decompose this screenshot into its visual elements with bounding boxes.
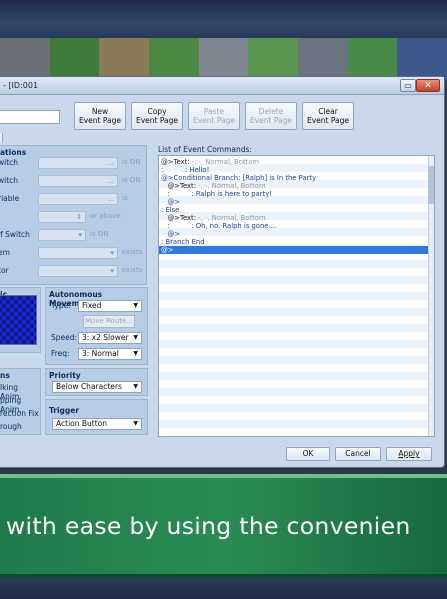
promo-banner: with ease by using the convenien: [0, 474, 447, 578]
new-event-page-button[interactable]: New Event Page: [74, 102, 126, 130]
ok-button[interactable]: OK: [286, 447, 330, 461]
trigger-group: Trigger Action Button ▼: [45, 399, 148, 435]
command-row[interactable]: @>: [161, 198, 180, 206]
switch1-label: witch: [0, 158, 19, 167]
freq-select[interactable]: 3: Normal ▼: [78, 348, 142, 360]
command-row[interactable]: : : Hello!: [161, 166, 209, 174]
map-tileset-strip: [0, 38, 447, 80]
variable-suffix: is: [122, 194, 128, 202]
close-icon[interactable]: ✕: [416, 79, 440, 92]
variable-field[interactable]: ...: [38, 193, 118, 205]
chevron-down-icon: ▼: [133, 420, 138, 427]
switch1-suffix: is ON: [122, 158, 141, 166]
apply-button[interactable]: Apply: [386, 447, 432, 461]
options-group: ns lking Anim. pping Anim. rection Fix r…: [0, 368, 41, 435]
chevron-down-icon: ▾: [110, 249, 114, 257]
freq-label: Freq:: [51, 349, 70, 358]
command-row-selected[interactable]: @>: [159, 246, 429, 254]
variable-label: riable: [0, 194, 20, 203]
command-row[interactable]: @>Text: -, -, Normal, Bottom: [161, 158, 259, 166]
event-graphic[interactable]: [0, 295, 37, 345]
self-switch-select[interactable]: ▾: [38, 229, 86, 241]
event-name-input[interactable]: [0, 110, 60, 124]
command-row[interactable]: : : Oh, no. Ralph is gone....: [161, 222, 277, 230]
commands-scrollbar[interactable]: [428, 156, 434, 436]
actor-select[interactable]: ▾: [38, 265, 118, 277]
background-bottom: [0, 578, 447, 599]
cancel-button[interactable]: Cancel: [335, 447, 381, 461]
chevron-down-icon: ▼: [133, 334, 138, 341]
command-row[interactable]: @>Text: -, -, Normal, Bottom: [161, 214, 265, 222]
move-route-button[interactable]: Move Route...: [83, 315, 135, 328]
clear-event-page-button[interactable]: Clear Event Page: [302, 102, 354, 130]
item-select[interactable]: ▾: [38, 247, 118, 259]
chevron-down-icon: ▼: [133, 383, 138, 390]
movement-type-select[interactable]: Fixed ▼: [78, 300, 142, 312]
switch2-suffix: is ON: [122, 176, 141, 184]
scrollbar-thumb[interactable]: [428, 166, 434, 204]
actor-suffix: exists: [122, 266, 143, 274]
command-row[interactable]: : Branch End: [161, 238, 205, 246]
self-switch-label: lf Switch: [0, 230, 30, 239]
banner-text: with ease by using the convenien: [6, 512, 411, 540]
priority-select[interactable]: Below Characters ▼: [52, 381, 142, 393]
event-commands-label: List of Event Commands:: [158, 145, 252, 154]
delete-event-page-button[interactable]: Delete Event Page: [245, 102, 297, 130]
direction-fix-option[interactable]: rection Fix: [0, 409, 39, 418]
variable-value-suffix: or above: [90, 212, 121, 220]
command-row[interactable]: @>Conditional Branch: [Ralph] is In the …: [161, 174, 316, 182]
minimize-icon[interactable]: ▭: [400, 79, 416, 92]
speed-label: Speed:: [51, 333, 78, 342]
conditions-group: ations witch ... is ON witch ... is ON r…: [0, 145, 147, 285]
event-commands-panel: List of Event Commands: @>Text: -, -, No…: [158, 145, 435, 437]
item-label: em: [0, 248, 10, 257]
conditions-title: ations: [0, 148, 27, 157]
variable-value-stepper[interactable]: ⇕: [38, 211, 86, 223]
speed-select[interactable]: 3: x2 Slower ▼: [78, 332, 142, 344]
trigger-select[interactable]: Action Button ▼: [52, 418, 142, 430]
switch2-label: witch: [0, 176, 19, 185]
autonomous-movement-group: Autonomous Movement Type: Fixed ▼ Move Ro…: [45, 287, 148, 365]
chevron-down-icon: ▾: [110, 267, 114, 275]
priority-title: Priority: [49, 371, 81, 380]
chevron-down-icon: ▼: [133, 302, 138, 309]
event-editor-window: - [ID:001 ▭ ✕ New Event Page Copy Event …: [0, 76, 445, 468]
page-tab[interactable]: [0, 133, 3, 143]
command-row[interactable]: : Else: [161, 206, 179, 214]
priority-group: Priority Below Characters ▼: [45, 368, 148, 396]
stepper-icon: ⇕: [76, 213, 82, 221]
type-label: Type:: [51, 301, 71, 310]
chevron-down-icon: ▾: [78, 231, 82, 239]
command-row[interactable]: @>Text: -, -, Normal, Bottom: [161, 182, 265, 190]
window-title: - [ID:001: [3, 81, 39, 90]
actor-label: tor: [0, 266, 9, 275]
paste-event-page-button[interactable]: Paste Event Page: [188, 102, 240, 130]
self-switch-suffix: is ON: [90, 230, 109, 238]
trigger-title: Trigger: [49, 406, 80, 415]
background-sky: [0, 0, 447, 38]
through-option[interactable]: rough: [0, 422, 22, 431]
window-titlebar[interactable]: - [ID:001 ▭ ✕: [0, 77, 444, 95]
event-commands-list[interactable]: @>Text: -, -, Normal, Bottom : : Hello! …: [158, 155, 435, 437]
switch1-field[interactable]: ...: [38, 157, 118, 169]
copy-event-page-button[interactable]: Copy Event Page: [131, 102, 183, 130]
switch2-field[interactable]: ...: [38, 175, 118, 187]
chevron-down-icon: ▼: [133, 350, 138, 357]
command-row[interactable]: @>: [161, 230, 180, 238]
command-row[interactable]: : : Ralph is here to party!: [161, 190, 272, 198]
item-suffix: exists: [122, 248, 143, 256]
options-title: ns: [0, 371, 10, 380]
